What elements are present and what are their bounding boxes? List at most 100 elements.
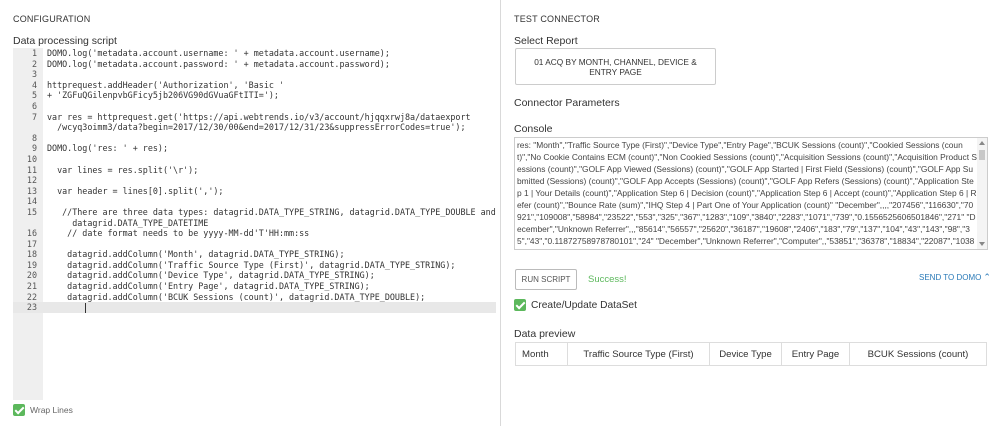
code-text: /wcyq3oimm3/data?begin=2017/12/30/00&end…: [47, 122, 466, 133]
wrap-lines-label: Wrap Lines: [30, 405, 73, 415]
create-dataset-checkbox[interactable]: [514, 299, 526, 311]
code-editor[interactable]: 1 DOMO.log('metadata.account.username: ' …: [13, 48, 496, 400]
scroll-down-arrow-icon[interactable]: [979, 242, 985, 246]
preview-column-header: Entry Page: [781, 342, 850, 366]
code-line[interactable]: 21 datagrid.addColumn('Entry Page', data…: [13, 281, 496, 292]
create-dataset-toggle[interactable]: Create/Update DataSet: [514, 299, 637, 311]
code-text: datagrid.addColumn('Month', datagrid.DAT…: [47, 249, 345, 260]
data-preview-label: Data preview: [514, 328, 576, 340]
code-text: DOMO.log('res: ' + res);: [47, 143, 169, 154]
line-number: 16: [26, 228, 37, 239]
code-line[interactable]: 19 datagrid.addColumn('Traffic Source Ty…: [13, 260, 496, 271]
code-line[interactable]: 13 var header = lines[0].split(',');: [13, 186, 496, 197]
configuration-pane: CONFIGURATION Data processing script 1 DO…: [0, 0, 500, 426]
console-label: Console: [514, 123, 553, 135]
code-text: var lines = res.split('\r');: [47, 164, 199, 175]
code-line[interactable]: /wcyq3oimm3/data?begin=2017/12/30/00&end…: [13, 122, 496, 133]
line-number: 11: [26, 164, 37, 175]
code-line[interactable]: 11 var lines = res.split('\r');: [13, 165, 496, 176]
line-number: 9: [31, 143, 37, 154]
code-line[interactable]: 22 datagrid.addColumn('BCUK Sessions (co…: [13, 292, 496, 303]
code-text: datagrid.addColumn('Entry Page', datagri…: [47, 281, 370, 292]
code-line[interactable]: 20 datagrid.addColumn('Device Type', dat…: [13, 270, 496, 281]
selected-report-text: 01 ACQ BY MONTH, CHANNEL, DEVICE & ENTRY…: [534, 56, 697, 77]
code-line[interactable]: 3: [13, 69, 496, 80]
code-text: DOMO.log('metadata.account.password: ' +…: [47, 58, 390, 69]
line-number: 1: [31, 48, 37, 58]
line-number: 14: [26, 196, 37, 207]
wrap-lines-toggle[interactable]: Wrap Lines: [13, 404, 73, 416]
code-text: [47, 302, 86, 313]
code-text: datagrid.addColumn('Device Type', datagr…: [47, 270, 375, 281]
connector-parameters-label: Connector Parameters: [514, 97, 620, 109]
code-line[interactable]: 7 var res = httprequest.get('https://api.…: [13, 112, 496, 123]
code-line[interactable]: 2 DOMO.log('metadata.account.password: ' …: [13, 59, 496, 70]
run-script-button[interactable]: RUN SCRIPT: [515, 269, 577, 290]
preview-column-header: Device Type: [709, 342, 782, 366]
code-line[interactable]: 8: [13, 133, 496, 144]
report-select-button[interactable]: 01 ACQ BY MONTH, CHANNEL, DEVICE & ENTRY…: [515, 48, 716, 85]
success-status: Success!: [588, 274, 627, 285]
code-line[interactable]: datagrid.DATA_TYPE_DATETIME: [13, 218, 496, 229]
code-text: var res = httprequest.get('https://api.w…: [47, 111, 471, 122]
wrap-lines-checkbox[interactable]: [13, 404, 25, 416]
line-number: 19: [26, 259, 37, 270]
code-line[interactable]: 9 DOMO.log('res: ' + res);: [13, 143, 496, 154]
line-number: 6: [31, 100, 37, 111]
code-line[interactable]: 16 // date format needs to be yyyy-MM-dd…: [13, 228, 496, 239]
code-text: DOMO.log('metadata.account.username: ' +…: [47, 48, 390, 58]
line-number: 3: [31, 69, 37, 80]
code-line[interactable]: 14: [13, 196, 496, 207]
code-text: // date format needs to be yyyy-MM-dd'T'…: [47, 228, 310, 239]
code-text: httprequest.addHeader('Authorization', '…: [47, 79, 284, 90]
data-processing-script-label: Data processing script: [13, 35, 117, 47]
code-line[interactable]: 17: [13, 239, 496, 250]
console-output[interactable]: res: "Month","Traffic Source Type (First…: [514, 137, 988, 250]
line-number: 5: [31, 90, 37, 101]
code-text: + 'ZGFuQGilenpvbGFicy5jb206VG90dGVuaGFtI…: [47, 90, 279, 101]
code-lines[interactable]: 1 DOMO.log('metadata.account.username: ' …: [13, 48, 496, 313]
scroll-thumb[interactable]: [979, 150, 985, 160]
code-text: datagrid.addColumn('BCUK Sessions (count…: [47, 291, 426, 302]
code-text: //There are three data types: datagrid.D…: [47, 206, 496, 217]
code-line[interactable]: 12: [13, 175, 496, 186]
line-number: 18: [26, 249, 37, 260]
line-number: 23: [26, 302, 37, 313]
scroll-up-arrow-icon[interactable]: [979, 141, 985, 145]
line-number: 7: [31, 111, 37, 122]
code-line[interactable]: 1 DOMO.log('metadata.account.username: ' …: [13, 48, 496, 59]
send-to-domo-label: SEND TO DOMO: [919, 273, 982, 282]
line-number: 2: [31, 58, 37, 69]
line-number: 13: [26, 185, 37, 196]
line-number: 10: [26, 153, 37, 164]
code-line[interactable]: 5 + 'ZGFuQGilenpvbGFicy5jb206VG90dGVuaGFt…: [13, 90, 496, 101]
line-number: 21: [26, 281, 37, 292]
code-line[interactable]: 6: [13, 101, 496, 112]
chevron-up-icon: ⌃: [983, 272, 991, 282]
preview-header-row: Month Traffic Source Type (First) Device…: [515, 342, 987, 366]
console-text: res: "Month","Traffic Source Type (First…: [517, 140, 977, 249]
preview-column-header: Traffic Source Type (First): [567, 342, 710, 366]
code-line[interactable]: 23: [13, 302, 496, 313]
code-line[interactable]: 4 httprequest.addHeader('Authorization', …: [13, 80, 496, 91]
select-report-label: Select Report: [514, 35, 578, 47]
console-scrollbar[interactable]: [977, 138, 987, 249]
line-number: 4: [31, 79, 37, 90]
code-line[interactable]: 10: [13, 154, 496, 165]
line-number: 17: [26, 238, 37, 249]
line-number: 20: [26, 270, 37, 281]
line-number: 8: [31, 132, 37, 143]
send-to-domo-link[interactable]: SEND TO DOMO ⌃: [919, 272, 991, 283]
data-preview-table: Month Traffic Source Type (First) Device…: [515, 342, 987, 366]
line-number: 12: [26, 175, 37, 186]
configuration-title: CONFIGURATION: [13, 14, 91, 24]
code-text: var header = lines[0].split(',');: [47, 185, 224, 196]
code-line[interactable]: 15 //There are three data types: datagri…: [13, 207, 496, 218]
code-line[interactable]: 18 datagrid.addColumn('Month', datagrid.…: [13, 249, 496, 260]
preview-column-header: BCUK Sessions (count): [867, 348, 969, 360]
code-text: datagrid.DATA_TYPE_DATETIME: [47, 217, 209, 228]
create-dataset-label: Create/Update DataSet: [531, 299, 637, 311]
test-connector-pane: TEST CONNECTOR Select Report 01 ACQ BY M…: [501, 0, 999, 426]
line-number: 22: [26, 291, 37, 302]
code-text: datagrid.addColumn('Traffic Source Type …: [47, 259, 456, 270]
